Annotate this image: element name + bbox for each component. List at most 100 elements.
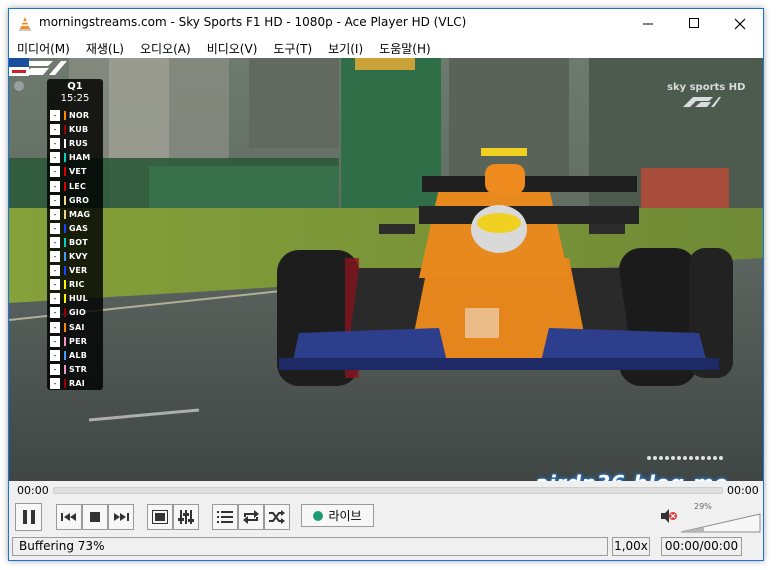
close-button[interactable] — [717, 9, 763, 38]
driver-code: GAS — [69, 223, 89, 233]
vlc-cone-icon — [19, 17, 31, 31]
fullscreen-button[interactable] — [147, 504, 173, 530]
extended-settings-button[interactable] — [173, 504, 199, 530]
previous-button[interactable] — [56, 504, 82, 530]
tower-row: - NOR — [50, 109, 101, 122]
tower-row: - SAI — [50, 321, 101, 334]
team-color-bar — [64, 209, 66, 219]
tower-row: - MAG — [50, 208, 101, 221]
minimize-button[interactable] — [625, 9, 671, 38]
video-area[interactable]: Q1 15:25 - NOR - KUB - RUS - HAM - VET - LEC - GRO - MA… — [9, 58, 763, 481]
stop-icon — [90, 512, 100, 522]
control-bar: 라이브 29% — [9, 501, 763, 535]
live-button[interactable]: 라이브 — [301, 504, 374, 527]
volume-muted-icon[interactable] — [660, 509, 678, 523]
driver-code: SAI — [69, 322, 85, 332]
driver-code: ALB — [69, 350, 87, 360]
team-color-bar — [64, 195, 66, 205]
tower-position: - — [50, 166, 60, 178]
playlist-icon — [217, 511, 233, 523]
tower-position: - — [50, 363, 60, 375]
loop-button[interactable] — [238, 504, 264, 530]
team-color-bar — [64, 322, 66, 332]
tower-position: - — [50, 349, 60, 361]
maximize-icon — [688, 18, 699, 28]
menu-playback[interactable]: 재생(L) — [78, 38, 132, 58]
menu-help[interactable]: 도움말(H) — [371, 38, 439, 58]
next-icon — [114, 513, 129, 521]
tower-row: - HUL — [50, 292, 101, 305]
stop-button[interactable] — [82, 504, 108, 530]
driver-code: RIC — [69, 280, 85, 290]
fullscreen-icon — [152, 510, 168, 524]
driver-code: STR — [69, 364, 87, 374]
team-color-bar — [64, 350, 66, 360]
driver-code: GRO — [69, 195, 90, 205]
menu-bar: 미디어(M) 재생(L) 오디오(A) 비디오(V) 도구(T) 보기(I) 도… — [9, 38, 763, 58]
tower-position: - — [50, 335, 60, 347]
tower-row: - GAS — [50, 222, 101, 235]
team-color-bar — [64, 280, 66, 290]
tower-row: - PER — [50, 335, 101, 348]
tower-position: - — [50, 124, 60, 136]
team-color-bar — [64, 181, 66, 191]
menu-media[interactable]: 미디어(M) — [9, 38, 78, 58]
shuffle-button[interactable] — [264, 504, 290, 530]
tower-position: - — [50, 110, 60, 121]
menu-audio[interactable]: 오디오(A) — [132, 38, 199, 58]
menu-view[interactable]: 보기(I) — [320, 38, 371, 58]
title-bar[interactable]: morningstreams.com - Sky Sports F1 HD - … — [9, 9, 763, 38]
playback-speed[interactable]: 1,00x — [612, 537, 650, 556]
tower-row: - LEC — [50, 180, 101, 193]
blog-watermark: airdp36.blog.me — [535, 471, 728, 481]
driver-code: HAM — [69, 153, 91, 163]
tower-row: - RIC — [50, 278, 101, 291]
driver-code: VER — [69, 266, 88, 276]
previous-icon — [61, 513, 76, 521]
tower-row: - ALB — [50, 349, 101, 362]
driver-code: NOR — [69, 111, 90, 120]
tower-row: - RUS — [50, 137, 101, 150]
driver-code: VET — [69, 167, 87, 177]
tower-position: - — [50, 180, 60, 192]
status-time[interactable]: 00:00/00:00 — [661, 537, 742, 556]
elapsed-time: 00:00 — [17, 484, 49, 497]
tower-header: Q1 15:25 — [47, 79, 103, 107]
loop-icon — [243, 510, 259, 524]
sky-mini-logo — [9, 58, 29, 91]
next-button[interactable] — [108, 504, 134, 530]
driver-code: KVY — [69, 252, 88, 261]
tower-row: - RAI — [50, 377, 101, 390]
tower-position: - — [50, 236, 60, 248]
minimize-icon — [642, 23, 653, 25]
status-bar: Buffering 73% 1,00x 00:00/00:00 — [9, 535, 763, 560]
tower-position: - — [50, 265, 60, 277]
channel-logo-text: sky sports HD — [667, 82, 746, 93]
team-color-bar — [64, 223, 66, 233]
driver-code: RAI — [69, 378, 85, 388]
live-indicator-icon — [313, 510, 324, 521]
team-color-bar — [64, 153, 66, 163]
tower-row: - STR — [50, 363, 101, 376]
pause-button[interactable] — [15, 503, 42, 531]
equalizer-icon — [178, 510, 194, 524]
volume-slider[interactable] — [681, 513, 761, 533]
team-color-bar — [64, 364, 66, 374]
seek-slider[interactable] — [53, 487, 723, 494]
close-icon — [734, 18, 746, 29]
menu-tools[interactable]: 도구(T) — [265, 38, 320, 58]
window-title: morningstreams.com - Sky Sports F1 HD - … — [39, 15, 467, 29]
tower-position: - — [50, 251, 60, 262]
team-color-bar — [64, 139, 66, 149]
tower-position: - — [50, 194, 60, 206]
team-color-bar — [64, 111, 66, 120]
status-message: Buffering 73% — [12, 537, 608, 556]
seek-row: 00:00 00:00 — [9, 481, 763, 501]
tower-row: - KVY — [50, 250, 101, 263]
team-color-bar — [64, 378, 66, 388]
menu-video[interactable]: 비디오(V) — [199, 38, 266, 58]
playlist-button[interactable] — [212, 504, 238, 530]
maximize-button[interactable] — [671, 9, 717, 38]
f1-small-logo — [683, 97, 721, 107]
volume-percent: 29% — [694, 502, 712, 511]
